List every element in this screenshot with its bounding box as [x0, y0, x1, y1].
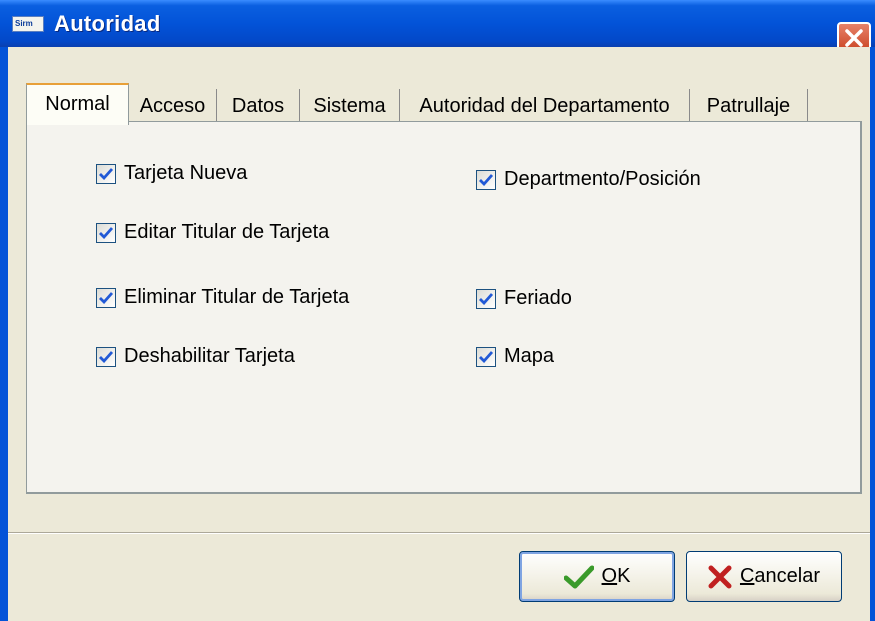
checkbox-box[interactable] — [96, 163, 116, 184]
checkbox-feriado[interactable]: Feriado — [476, 287, 572, 310]
footer-separator — [8, 532, 870, 534]
tab-normal[interactable]: Normal — [26, 83, 129, 125]
checkbox-label: Feriado — [504, 287, 572, 309]
checkmark-icon — [99, 226, 113, 239]
checkbox-label: Editar Titular de Tarjeta — [124, 221, 330, 243]
tab-datos[interactable]: Datos — [217, 89, 300, 123]
checkmark-icon — [563, 565, 594, 589]
checkmark-icon — [479, 173, 493, 186]
ok-button[interactable]: OK — [519, 551, 675, 602]
checkmark-icon — [99, 167, 113, 180]
checkbox-deshabilitar-tarjeta[interactable]: Deshabilitar Tarjeta — [96, 345, 295, 368]
tab-autoridad-del-departamento[interactable]: Autoridad del Departamento — [400, 89, 690, 123]
checkbox-departamento-posicion[interactable]: Departmento/Posición — [476, 168, 701, 191]
checkbox-eliminar-titular[interactable]: Eliminar Titular de Tarjeta — [96, 286, 349, 309]
checkbox-label: Mapa — [504, 345, 555, 367]
checkbox-box[interactable] — [96, 346, 116, 367]
checkbox-label: Eliminar Titular de Tarjeta — [124, 286, 350, 308]
window-frame-left — [0, 47, 8, 621]
checkbox-editar-titular[interactable]: Editar Titular de Tarjeta — [96, 221, 329, 244]
checkbox-box[interactable] — [476, 346, 496, 367]
checkmark-icon — [479, 350, 493, 363]
app-icon: Sirm — [12, 16, 44, 32]
tab-patrullaje[interactable]: Patrullaje — [690, 89, 808, 123]
checkbox-tarjeta-nueva[interactable]: Tarjeta Nueva — [96, 162, 247, 185]
window-title: Autoridad — [54, 11, 161, 36]
ok-button-label: OK — [601, 565, 631, 587]
title-bar[interactable]: Sirm Autoridad — [0, 0, 875, 55]
checkbox-mapa[interactable]: Mapa — [476, 345, 554, 368]
checkbox-label: Departmento/Posición — [504, 168, 701, 190]
checkmark-icon — [479, 292, 493, 305]
checkmark-icon — [99, 291, 113, 304]
checkbox-label: Deshabilitar Tarjeta — [124, 345, 295, 367]
checkmark-icon — [99, 350, 113, 363]
window-frame-right — [870, 47, 875, 621]
checkbox-label: Tarjeta Nueva — [124, 162, 248, 184]
dialog-window: Sirm Autoridad Normal Acceso Datos Siste… — [0, 0, 875, 621]
close-icon — [845, 29, 863, 47]
x-icon — [708, 565, 732, 589]
checkbox-box[interactable] — [96, 287, 116, 308]
checkbox-box[interactable] — [476, 169, 496, 190]
checkbox-box[interactable] — [96, 222, 116, 243]
tab-sistema[interactable]: Sistema — [300, 89, 400, 123]
cancel-button-label: Cancelar — [739, 565, 821, 587]
tab-acceso[interactable]: Acceso — [129, 89, 217, 123]
checkbox-box[interactable] — [476, 288, 496, 309]
cancel-button[interactable]: Cancelar — [686, 551, 842, 602]
dialog-client-area: Normal Acceso Datos Sistema Autoridad de… — [8, 47, 870, 621]
